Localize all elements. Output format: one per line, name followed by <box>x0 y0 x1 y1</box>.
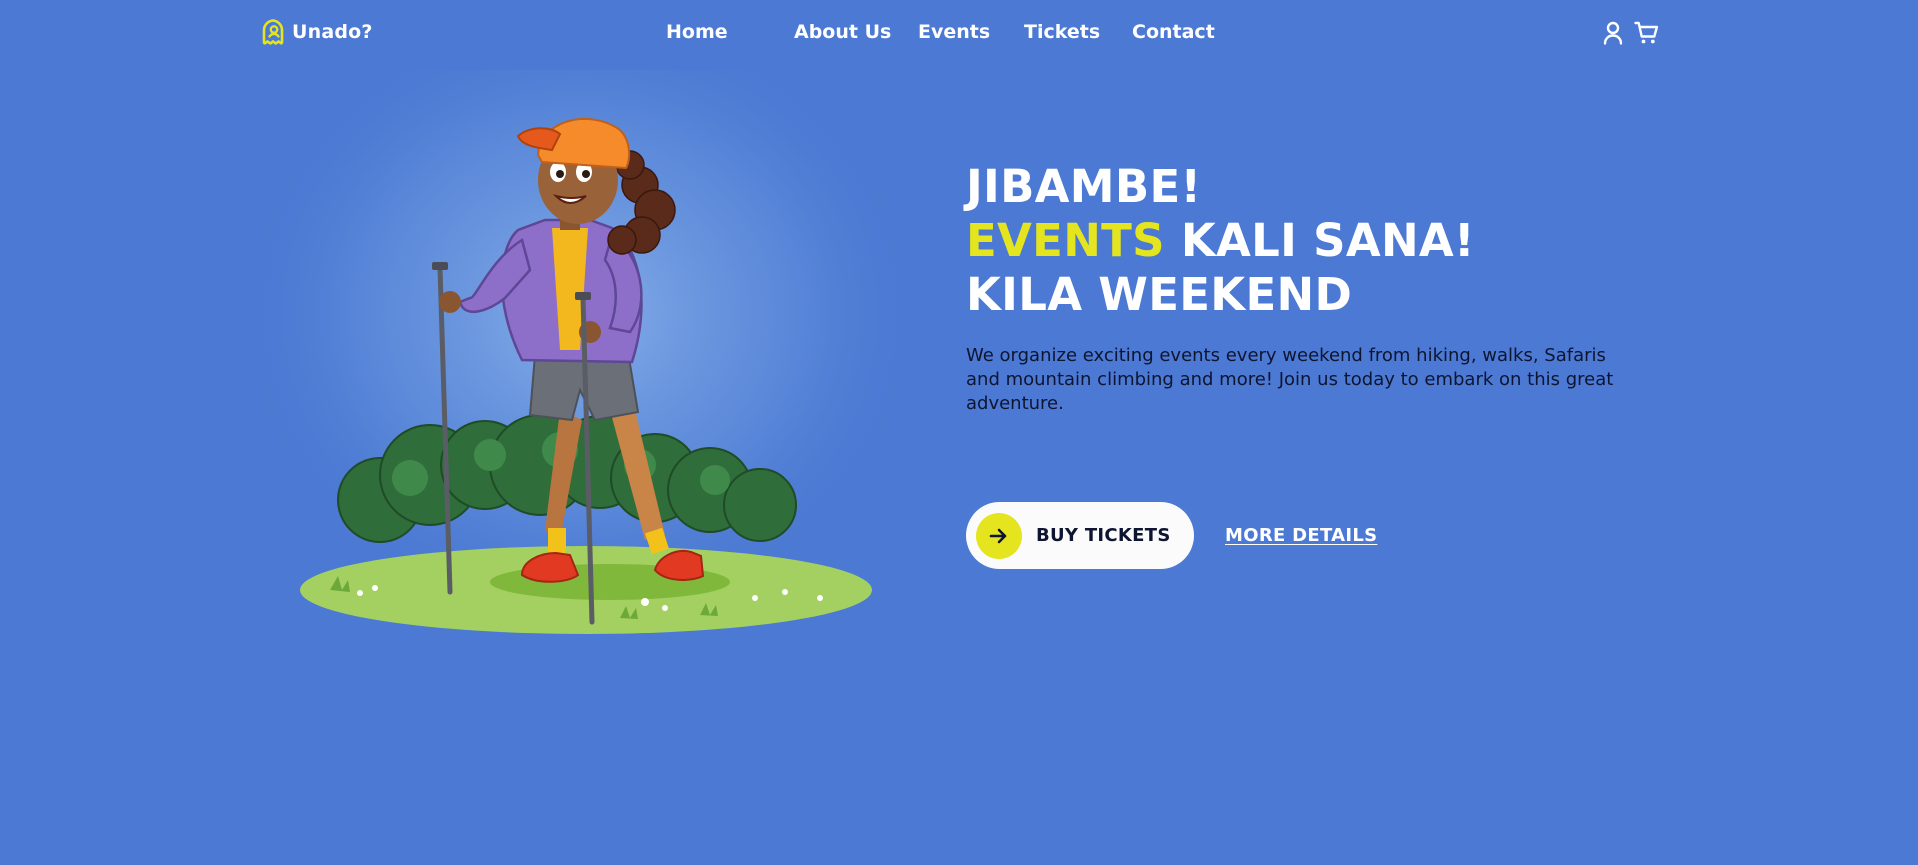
arrow-right-icon <box>976 512 1022 559</box>
nav-actions <box>1600 20 1660 48</box>
nav-item-home: Home <box>666 21 794 43</box>
buy-tickets-label: BUY TICKETS <box>1036 525 1171 546</box>
headline-line-1: JIBAMBE! <box>966 160 1202 213</box>
nav-link-contact[interactable]: Contact <box>1132 21 1215 43</box>
main-nav: Home About Us Events Tickets Contact <box>666 21 1232 43</box>
nav-item-tickets: Tickets <box>1024 21 1132 43</box>
nav-link-home[interactable]: Home <box>666 21 728 43</box>
headline-line-2-rest: KALI SANA! <box>1164 214 1475 267</box>
nav-item-about-us: About Us <box>794 21 918 43</box>
nav-link-about-us[interactable]: About Us <box>794 21 891 43</box>
hero-headline: JIBAMBE! EVENTS KALI SANA! KILA WEEKEND <box>966 160 1666 322</box>
nav-link-tickets[interactable]: Tickets <box>1024 21 1100 43</box>
hiker-girl-illustration <box>260 70 900 650</box>
hero-content: JIBAMBE! EVENTS KALI SANA! KILA WEEKEND … <box>966 160 1666 416</box>
hero-description: We organize exciting events every weeken… <box>966 345 1614 414</box>
nav-item-events: Events <box>918 21 1024 43</box>
ghost-pin-icon <box>262 19 286 45</box>
navbar: Unado? Home About Us Events Tickets Cont… <box>0 0 1918 70</box>
nav-link-events[interactable]: Events <box>918 21 990 43</box>
more-details-link[interactable]: MORE DETAILS <box>1225 525 1377 546</box>
headline-line-3: KILA WEEKEND <box>966 268 1353 321</box>
account-button[interactable] <box>1600 20 1626 48</box>
headline-accent-events: EVENTS <box>966 214 1165 267</box>
brand-logo[interactable]: Unado? <box>262 19 373 45</box>
cart-button[interactable] <box>1634 20 1660 48</box>
user-icon <box>1603 21 1623 48</box>
nav-item-contact: Contact <box>1132 21 1232 43</box>
cart-icon <box>1634 21 1660 48</box>
hero-cta-row: BUY TICKETS MORE DETAILS <box>966 502 1377 569</box>
brand-name: Unado? <box>292 21 373 43</box>
buy-tickets-button[interactable]: BUY TICKETS <box>966 502 1194 569</box>
